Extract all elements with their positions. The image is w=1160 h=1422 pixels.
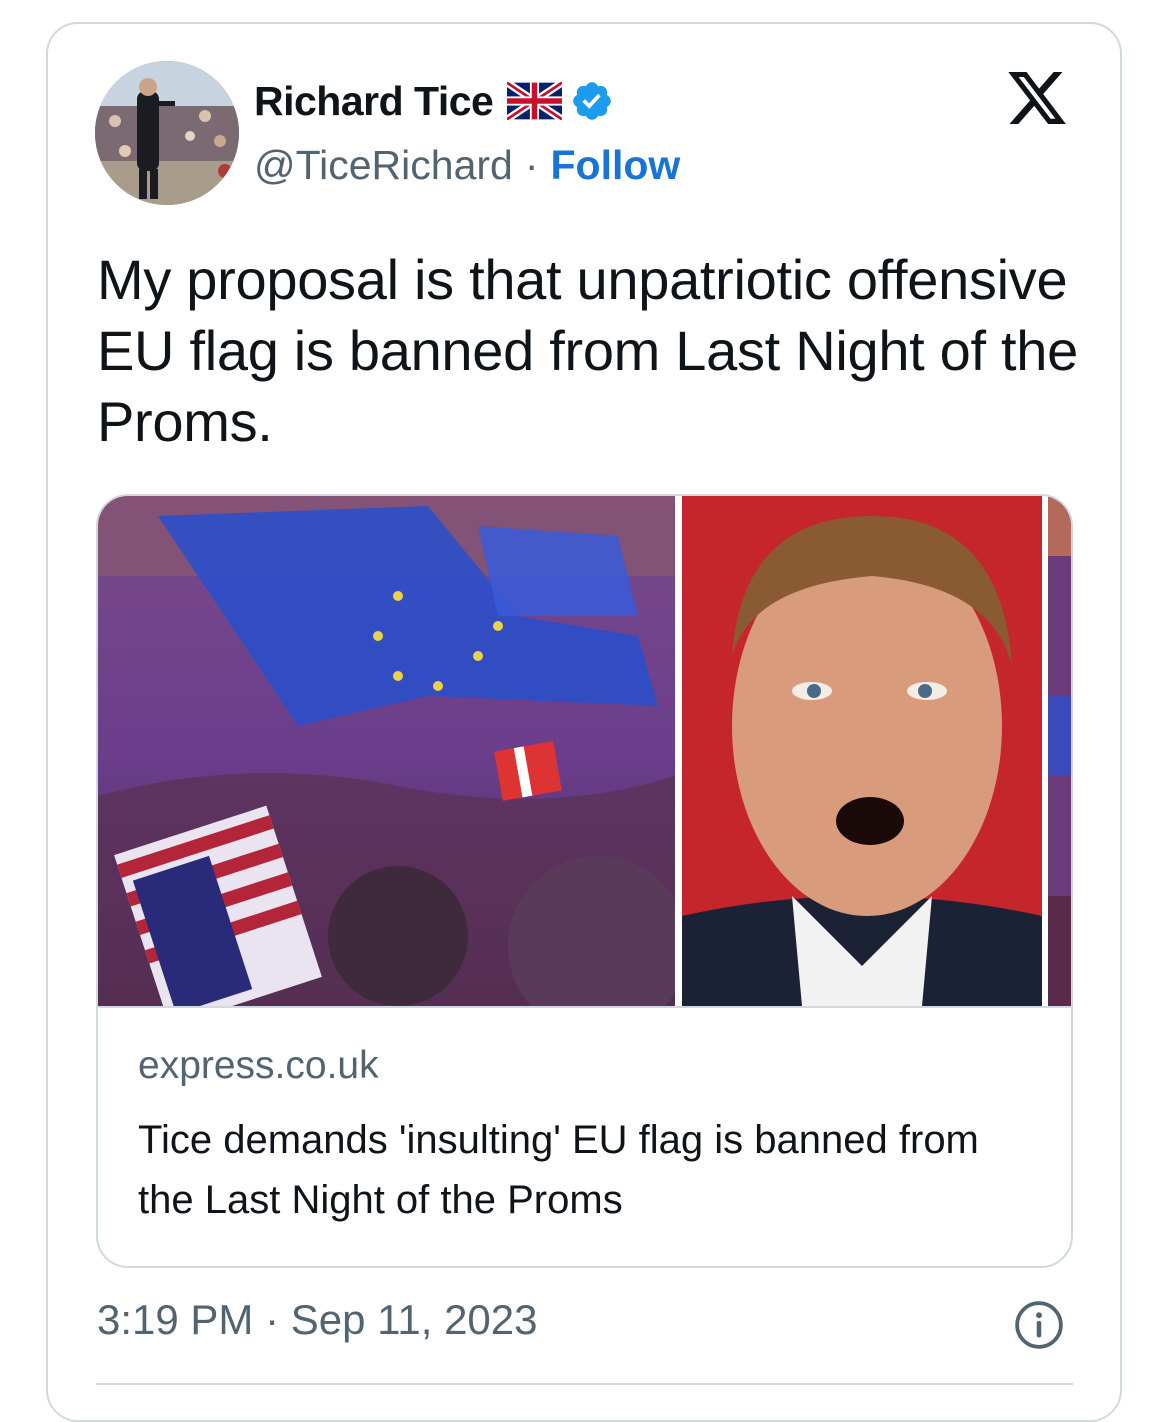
link-domain: express.co.uk bbox=[138, 1044, 379, 1087]
author-handle[interactable]: @TiceRichard bbox=[254, 142, 513, 189]
avatar[interactable] bbox=[95, 61, 239, 205]
link-headline[interactable]: Tice demands 'insulting' EU flag is bann… bbox=[138, 1110, 1038, 1230]
proms-crowd-image bbox=[98, 496, 675, 1006]
link-preview-card[interactable]: express.co.uk Tice demands 'insulting' E… bbox=[96, 494, 1073, 1268]
link-preview-images[interactable] bbox=[98, 496, 1071, 1008]
uk-flag-icon bbox=[507, 82, 563, 120]
follow-button[interactable]: Follow bbox=[551, 142, 681, 189]
separator: · bbox=[524, 141, 539, 188]
handle-row: @TiceRichard · Follow bbox=[254, 140, 680, 190]
author-name[interactable]: Richard Tice bbox=[254, 78, 494, 125]
verified-badge-icon bbox=[573, 82, 612, 120]
author-row: Richard Tice bbox=[254, 76, 614, 126]
richard-tice-photo bbox=[682, 496, 1042, 1006]
avatar-photo bbox=[95, 61, 239, 205]
tweet-timestamp[interactable]: 3:19 PM · Sep 11, 2023 bbox=[97, 1296, 538, 1344]
x-logo-icon[interactable] bbox=[1004, 66, 1070, 130]
tweet-text: My proposal is that unpatriotic offensiv… bbox=[97, 248, 1078, 453]
third-image-sliver bbox=[1048, 496, 1071, 1006]
divider bbox=[96, 1383, 1073, 1385]
info-icon[interactable] bbox=[1014, 1300, 1064, 1350]
